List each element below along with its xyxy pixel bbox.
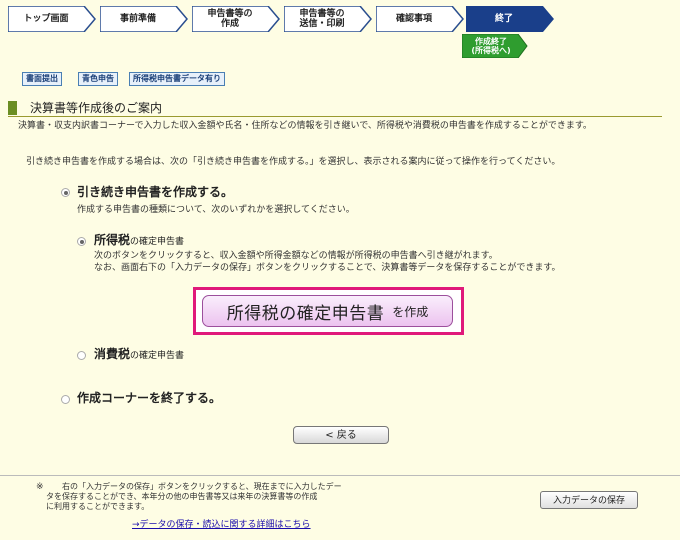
footnote-line-2: タを保存することができ、本年分の他の申告書等又は来年の決算書等の作成 — [46, 492, 318, 501]
tag-blue-return: 青色申告 — [78, 72, 118, 86]
step-top: トップ画面 — [8, 6, 96, 32]
data-save-detail-link[interactable]: →データの保存・読込に関する詳細はこちら — [132, 520, 311, 531]
option-end-label: 作成コーナーを終了する。 — [77, 391, 222, 405]
footnote-mark: ※ — [36, 482, 44, 492]
create-button-sub-text: を作成 — [392, 304, 429, 319]
divider — [0, 475, 680, 476]
step-label: 申告書等の 送信・印刷 — [299, 9, 345, 29]
step-finish: 終了 — [466, 6, 554, 32]
step-label: 事前準備 — [119, 14, 156, 24]
page-title: 決算書等作成後のご案内 — [30, 101, 163, 115]
step-preparation: 事前準備 — [100, 6, 188, 32]
step-label: 確認事項 — [395, 14, 432, 24]
radio-continue[interactable] — [61, 188, 70, 197]
option-consumption-tax-label: 消費税の確定申告書 — [94, 347, 184, 363]
income-tax-desc-2: なお、画面右下の「入力データの保存」ボタンをクリックすることで、決算書等データを… — [94, 263, 561, 273]
income-tax-label-sub: の確定申告書 — [130, 237, 185, 247]
consumption-tax-label-sub: の確定申告書 — [130, 351, 185, 361]
save-input-data-button[interactable]: 入力データの保存 — [540, 491, 638, 509]
radio-income-tax[interactable] — [77, 237, 86, 246]
income-tax-desc-1: 次のボタンをクリックすると、収入金額や所得金額などの情報が所得税の申告書へ引き継… — [94, 251, 498, 261]
consumption-tax-label-bold: 消費税 — [94, 347, 131, 361]
option-continue-label: 引き続き申告書を作成する。 — [77, 185, 234, 199]
section-heading: 決算書等作成後のご案内 — [8, 100, 662, 117]
income-tax-label-bold: 所得税 — [94, 233, 131, 247]
intro-instruction: 引き続き申告書を作成する場合は、次の「引き続き申告書を作成する。」を選択し、表示… — [26, 157, 561, 167]
back-button[interactable]: < 戻る — [293, 426, 389, 444]
intro-text: 決算書・収支内訳書コーナーで入力した収入金額や氏名・住所などの情報を引き継いで、… — [18, 121, 592, 131]
option-continue-desc: 作成する申告書の種類について、次のいずれかを選択してください。 — [77, 205, 355, 215]
finish-to-income-tax-button[interactable]: 作成終了 (所得税へ) — [461, 33, 528, 59]
tag-paper-submission: 書面提出 — [22, 72, 62, 86]
footnote-line-1: 右の「入力データの保存」ボタンをクリックすると、現在までに入力したデー — [62, 482, 342, 491]
tag-income-tax-data: 所得税申告書データ有り — [129, 72, 225, 86]
step-label: 申告書等の 作成 — [207, 9, 253, 29]
create-button-main-text: 所得税の確定申告書 — [226, 303, 385, 324]
footnote-line-3: に利用することができます。 — [46, 502, 150, 511]
step-send-print: 申告書等の 送信・印刷 — [284, 6, 372, 32]
heading-bar-icon — [8, 101, 17, 115]
create-income-tax-return-button[interactable]: 所得税の確定申告書 を作成 — [202, 295, 453, 327]
create-button-highlight: 所得税の確定申告書 を作成 — [193, 287, 464, 335]
step-label: 終了 — [494, 14, 513, 24]
radio-consumption-tax[interactable] — [77, 351, 86, 360]
finish-button-label: 作成終了 (所得税へ) — [471, 37, 511, 55]
step-create: 申告書等の 作成 — [192, 6, 280, 32]
radio-end-corner[interactable] — [61, 395, 70, 404]
step-confirm: 確認事項 — [376, 6, 464, 32]
option-income-tax-label: 所得税の確定申告書 — [94, 233, 184, 249]
step-label: トップ画面 — [23, 14, 69, 24]
